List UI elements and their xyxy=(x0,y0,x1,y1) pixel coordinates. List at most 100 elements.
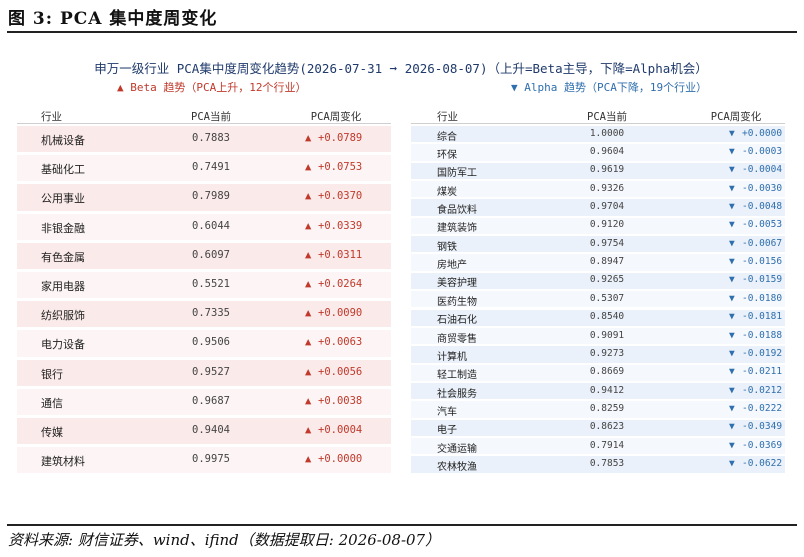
up-triangle-icon: ▲ xyxy=(305,248,312,261)
alpha-pca-change: -0.0369 xyxy=(742,439,783,451)
alpha-pca-value: 0.9619 xyxy=(589,164,625,176)
alpha-pca-change: -0.0192 xyxy=(742,347,783,359)
beta-industry: 机械设备 xyxy=(41,134,85,148)
alpha-row: 交通运输 0.7914 ▼ -0.0369 xyxy=(411,437,785,455)
beta-header-divider xyxy=(17,123,391,124)
chart-panel: 申万一级行业 PCA集中度周变化趋势(2026-07-31 ➞ 2026-08-… xyxy=(17,42,785,516)
beta-row: 机械设备 0.7883 ▲ +0.0789 xyxy=(17,126,391,153)
alpha-subtitle: ▼ Alpha 趋势（PCA下降，19个行业） xyxy=(511,81,708,94)
beta-pca-value: 0.9975 xyxy=(192,453,230,466)
alpha-pca-value: 0.8947 xyxy=(589,256,625,268)
beta-industry: 公用事业 xyxy=(41,192,85,206)
beta-industry: 纺织服饰 xyxy=(41,309,85,323)
down-triangle-icon: ▼ xyxy=(729,439,735,451)
alpha-row: 钢铁 0.9754 ▼ -0.0067 xyxy=(411,236,785,253)
up-triangle-icon: ▲ xyxy=(305,453,312,466)
beta-row: 通信 0.9687 ▲ +0.0038 xyxy=(17,388,391,415)
alpha-industry: 建筑装饰 xyxy=(437,223,477,235)
chart-title: 申万一级行业 PCA集中度周变化趋势(2026-07-31 ➞ 2026-08-… xyxy=(94,61,708,76)
alpha-industry: 社会服务 xyxy=(437,388,477,400)
alpha-pca-value: 0.8540 xyxy=(589,311,625,323)
alpha-pca-value: 1.0000 xyxy=(589,127,625,139)
alpha-pca-value: 0.7853 xyxy=(589,457,625,469)
beta-industry: 家用电器 xyxy=(41,280,85,294)
down-triangle-icon: ▼ xyxy=(729,311,735,323)
beta-row: 基础化工 0.7491 ▲ +0.0753 xyxy=(17,155,391,182)
alpha-row: 环保 0.9604 ▼ -0.0003 xyxy=(411,144,785,162)
alpha-row: 农林牧渔 0.7853 ▼ -0.0622 xyxy=(411,456,785,473)
beta-industry: 有色金属 xyxy=(41,250,85,264)
up-triangle-icon: ▲ xyxy=(305,394,312,407)
alpha-row: 美容护理 0.9265 ▼ -0.0159 xyxy=(411,272,785,289)
alpha-pca-value: 0.9604 xyxy=(589,146,625,158)
down-triangle-icon: ▼ xyxy=(729,402,735,414)
beta-header-industry: 行业 xyxy=(41,111,62,123)
bottom-rule xyxy=(7,524,797,526)
beta-pca-change: +0.0264 xyxy=(318,278,363,291)
alpha-row: 建筑装饰 0.9120 ▼ -0.0053 xyxy=(411,217,785,235)
alpha-pca-change: -0.0003 xyxy=(742,146,783,158)
alpha-row: 房地产 0.8947 ▼ -0.0156 xyxy=(411,254,785,272)
down-triangle-icon: ▼ xyxy=(729,127,735,139)
beta-pca-value: 0.9506 xyxy=(192,336,230,349)
down-triangle-icon: ▼ xyxy=(729,146,735,158)
alpha-pca-change: -0.0622 xyxy=(742,457,783,469)
alpha-industry: 房地产 xyxy=(437,260,467,272)
alpha-pca-change: -0.0067 xyxy=(742,237,783,249)
beta-pca-value: 0.7989 xyxy=(192,190,230,203)
beta-header-change: PCA周变化 xyxy=(310,111,362,123)
alpha-row: 汽车 0.8259 ▼ -0.0222 xyxy=(411,401,785,418)
beta-pca-change: +0.0038 xyxy=(318,394,363,407)
alpha-row: 社会服务 0.9412 ▼ -0.0212 xyxy=(411,382,785,400)
alpha-pca-value: 0.9273 xyxy=(589,347,625,359)
alpha-row: 轻工制造 0.8669 ▼ -0.0211 xyxy=(411,364,785,382)
beta-row: 有色金属 0.6097 ▲ +0.0311 xyxy=(17,242,391,269)
down-triangle-icon: ▼ xyxy=(729,274,735,286)
up-triangle-icon: ▲ xyxy=(305,424,312,437)
alpha-pca-change: -0.0053 xyxy=(742,219,783,231)
alpha-row: 石油石化 0.8540 ▼ -0.0181 xyxy=(411,309,785,326)
beta-header-pca: PCA当前 xyxy=(191,111,231,123)
beta-pca-value: 0.7491 xyxy=(192,161,230,174)
alpha-pca-value: 0.9326 xyxy=(589,182,625,194)
alpha-row: 电子 0.8623 ▼ -0.0349 xyxy=(411,419,785,436)
alpha-pca-value: 0.8623 xyxy=(589,421,625,433)
beta-pca-change: +0.0311 xyxy=(318,248,363,261)
alpha-pca-value: 0.8669 xyxy=(589,366,625,378)
down-triangle-icon: ▼ xyxy=(729,366,735,378)
alpha-pca-value: 0.8259 xyxy=(589,402,625,414)
alpha-pca-change: -0.0222 xyxy=(742,402,783,414)
alpha-row: 商贸零售 0.9091 ▼ -0.0188 xyxy=(411,327,785,345)
up-triangle-icon: ▲ xyxy=(305,307,312,320)
alpha-header-change: PCA周变化 xyxy=(710,111,762,123)
beta-pca-value: 0.9404 xyxy=(192,424,230,437)
up-triangle-icon: ▲ xyxy=(305,336,312,349)
down-triangle-icon: ▼ xyxy=(729,164,735,176)
alpha-pca-change: -0.0156 xyxy=(742,256,783,268)
alpha-industry: 煤炭 xyxy=(437,186,457,198)
down-triangle-icon: ▼ xyxy=(729,219,735,231)
beta-pca-value: 0.6097 xyxy=(192,248,230,261)
up-triangle-icon: ▲ xyxy=(305,132,312,145)
beta-industry: 建筑材料 xyxy=(41,455,85,469)
alpha-industry: 钢铁 xyxy=(437,241,457,253)
alpha-industry: 轻工制造 xyxy=(437,370,477,382)
alpha-pca-change: +0.0000 xyxy=(742,127,783,139)
alpha-pca-change: -0.0211 xyxy=(742,366,783,378)
beta-pca-change: +0.0063 xyxy=(318,336,363,349)
alpha-row: 煤炭 0.9326 ▼ -0.0030 xyxy=(411,181,785,198)
alpha-pca-change: -0.0180 xyxy=(742,292,783,304)
down-triangle-icon: ▼ xyxy=(729,457,735,469)
up-triangle-icon: ▲ xyxy=(305,278,312,291)
beta-industry: 基础化工 xyxy=(41,163,85,177)
beta-row: 银行 0.9527 ▲ +0.0056 xyxy=(17,359,391,386)
beta-industry: 传媒 xyxy=(41,426,63,440)
alpha-row: 国防军工 0.9619 ▼ -0.0004 xyxy=(411,162,785,179)
alpha-pca-change: -0.0349 xyxy=(742,421,783,433)
beta-pca-change: +0.0753 xyxy=(318,161,363,174)
down-triangle-icon: ▼ xyxy=(729,329,735,341)
alpha-row: 综合 1.0000 ▼ +0.0000 xyxy=(411,126,785,143)
beta-pca-value: 0.7883 xyxy=(192,132,230,145)
alpha-industry: 食品饮料 xyxy=(437,205,477,217)
alpha-industry: 环保 xyxy=(437,150,457,162)
